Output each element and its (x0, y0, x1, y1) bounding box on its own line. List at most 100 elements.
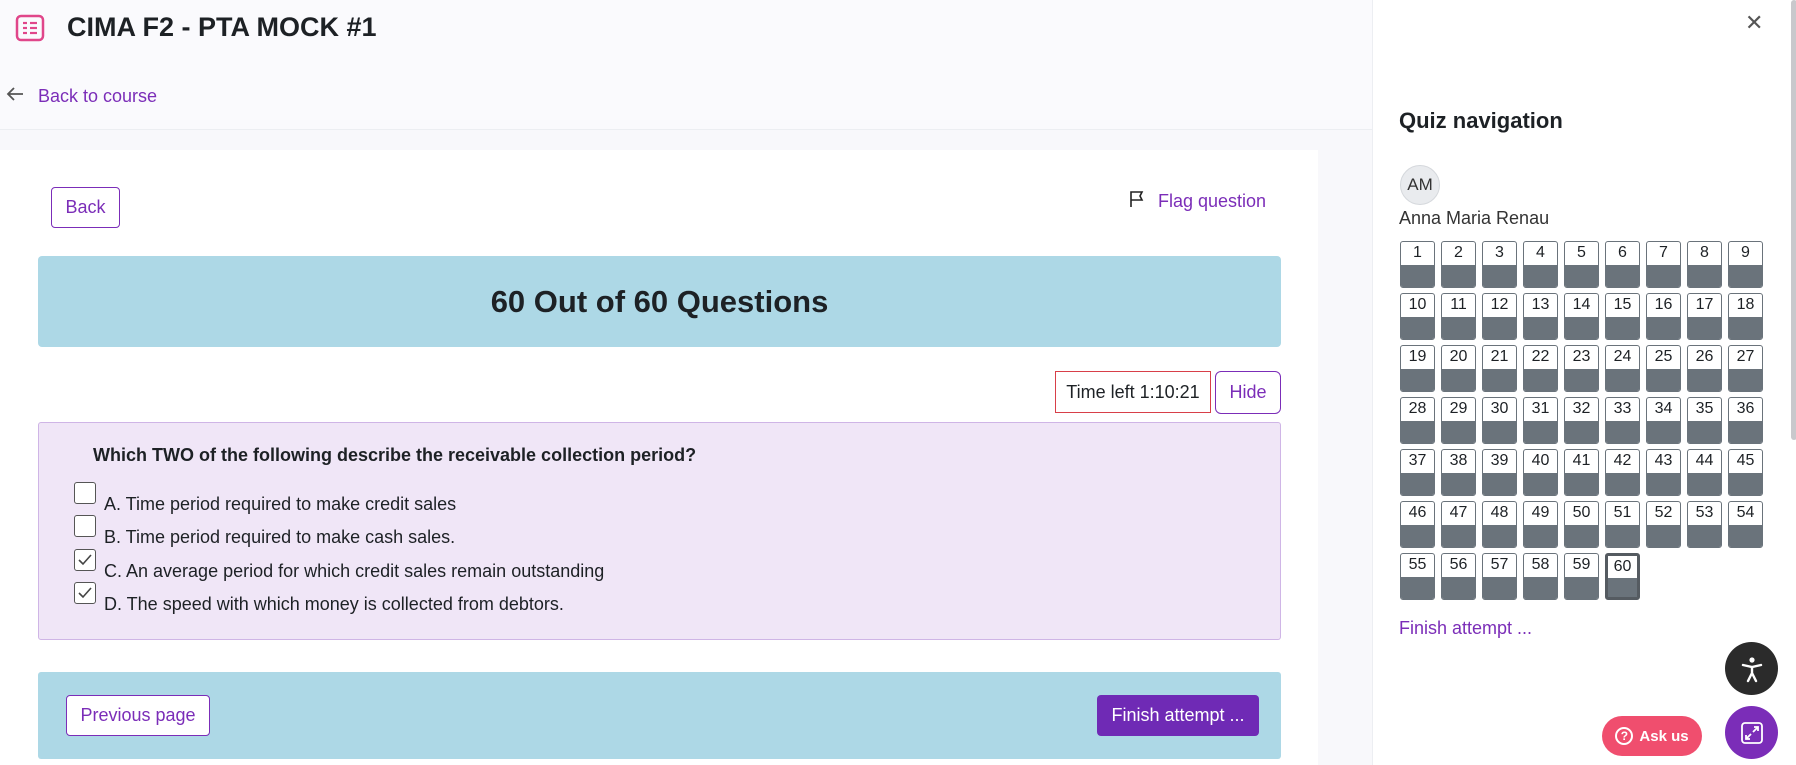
question-nav-button[interactable]: 49 (1523, 501, 1558, 548)
back-button[interactable]: Back (51, 187, 120, 228)
question-nav-button[interactable]: 15 (1605, 293, 1640, 340)
question-nav-button[interactable]: 11 (1441, 293, 1476, 340)
question-nav-button[interactable]: 52 (1646, 501, 1681, 548)
question-nav-button[interactable]: 5 (1564, 241, 1599, 288)
answered-indicator (1606, 317, 1639, 339)
previous-page-button[interactable]: Previous page (66, 695, 210, 736)
question-nav-button[interactable]: 45 (1728, 449, 1763, 496)
question-nav-button[interactable]: 29 (1441, 397, 1476, 444)
answer-option-a[interactable]: A. Time period required to make credit s… (74, 482, 457, 515)
question-nav-button[interactable]: 30 (1482, 397, 1517, 444)
question-number: 7 (1659, 244, 1668, 261)
question-nav-button[interactable]: 7 (1646, 241, 1681, 288)
question-number: 52 (1654, 504, 1673, 521)
question-nav-button[interactable]: 36 (1728, 397, 1763, 444)
question-nav-button[interactable]: 31 (1523, 397, 1558, 444)
question-nav-button[interactable]: 41 (1564, 449, 1599, 496)
question-nav-button[interactable]: 56 (1441, 553, 1476, 600)
question-nav-button[interactable]: 37 (1400, 449, 1435, 496)
back-to-course-link[interactable]: Back to course (6, 86, 157, 107)
expand-button[interactable] (1725, 706, 1778, 759)
drawer-scrollbar[interactable] (1791, 0, 1796, 440)
option-label: A. Time period required to make credit s… (104, 494, 457, 514)
answered-indicator (1524, 317, 1557, 339)
close-icon[interactable]: ✕ (1745, 12, 1763, 34)
question-nav-button[interactable]: 12 (1482, 293, 1517, 340)
question-nav-button[interactable]: 53 (1687, 501, 1722, 548)
question-number: 22 (1531, 348, 1550, 365)
question-nav-button[interactable]: 10 (1400, 293, 1435, 340)
question-number: 36 (1736, 400, 1755, 417)
question-number: 21 (1490, 348, 1509, 365)
question-nav-button[interactable]: 42 (1605, 449, 1640, 496)
question-nav-button[interactable]: 26 (1687, 345, 1722, 392)
question-nav-button[interactable]: 13 (1523, 293, 1558, 340)
checkbox-a[interactable] (74, 482, 96, 504)
question-nav-button[interactable]: 23 (1564, 345, 1599, 392)
answer-option-c[interactable]: C. An average period for which credit sa… (74, 549, 604, 582)
question-nav-button[interactable]: 57 (1482, 553, 1517, 600)
question-nav-button[interactable]: 48 (1482, 501, 1517, 548)
question-nav-button[interactable]: 3 (1482, 241, 1517, 288)
question-nav-button[interactable]: 47 (1441, 501, 1476, 548)
question-nav-button[interactable]: 38 (1441, 449, 1476, 496)
question-nav-button[interactable]: 22 (1523, 345, 1558, 392)
question-nav-button[interactable]: 8 (1687, 241, 1722, 288)
checkbox-c[interactable] (74, 549, 96, 571)
question-nav-button[interactable]: 32 (1564, 397, 1599, 444)
question-nav-button[interactable]: 46 (1400, 501, 1435, 548)
question-nav-button[interactable]: 6 (1605, 241, 1640, 288)
ask-us-button[interactable]: ? Ask us (1602, 716, 1702, 756)
question-nav-button[interactable]: 27 (1728, 345, 1763, 392)
answered-indicator (1608, 578, 1637, 597)
question-nav-button[interactable]: 55 (1400, 553, 1435, 600)
question-nav-button[interactable]: 40 (1523, 449, 1558, 496)
answer-option-d[interactable]: D. The speed with which money is collect… (74, 582, 564, 615)
answered-indicator (1524, 421, 1557, 443)
question-nav-button[interactable]: 9 (1728, 241, 1763, 288)
question-nav-button[interactable]: 44 (1687, 449, 1722, 496)
question-number: 42 (1613, 452, 1632, 469)
checkbox-d[interactable] (74, 582, 96, 604)
question-number: 51 (1613, 504, 1632, 521)
question-number: 13 (1531, 296, 1550, 313)
question-nav-button[interactable]: 4 (1523, 241, 1558, 288)
question-nav-button[interactable]: 19 (1400, 345, 1435, 392)
checkbox-b[interactable] (74, 515, 96, 537)
question-nav-button[interactable]: 51 (1605, 501, 1640, 548)
question-nav-button[interactable]: 24 (1605, 345, 1640, 392)
question-nav-button[interactable]: 54 (1728, 501, 1763, 548)
question-nav-button[interactable]: 43 (1646, 449, 1681, 496)
answered-indicator (1565, 577, 1598, 599)
question-nav-button[interactable]: 33 (1605, 397, 1640, 444)
accessibility-button[interactable] (1725, 642, 1778, 695)
question-nav-button[interactable]: 28 (1400, 397, 1435, 444)
question-nav-button[interactable]: 14 (1564, 293, 1599, 340)
flag-question-button[interactable]: Flag question (1128, 190, 1266, 213)
question-nav-button[interactable]: 50 (1564, 501, 1599, 548)
question-nav-button[interactable]: 18 (1728, 293, 1763, 340)
question-number: 35 (1695, 400, 1714, 417)
question-nav-button[interactable]: 17 (1687, 293, 1722, 340)
question-nav-button[interactable]: 16 (1646, 293, 1681, 340)
hide-timer-button[interactable]: Hide (1215, 371, 1281, 414)
finish-attempt-link[interactable]: Finish attempt ... (1399, 618, 1532, 639)
question-nav-button[interactable]: 60 (1605, 553, 1640, 600)
finish-attempt-button[interactable]: Finish attempt ... (1097, 695, 1259, 736)
question-nav-button[interactable]: 39 (1482, 449, 1517, 496)
question-nav-button[interactable]: 34 (1646, 397, 1681, 444)
question-number: 55 (1408, 556, 1427, 573)
answered-indicator (1647, 525, 1680, 547)
question-count-banner: 60 Out of 60 Questions (38, 256, 1281, 347)
question-nav-button[interactable]: 21 (1482, 345, 1517, 392)
question-nav-button[interactable]: 35 (1687, 397, 1722, 444)
question-nav-button[interactable]: 58 (1523, 553, 1558, 600)
option-label: B. Time period required to make cash sal… (104, 527, 456, 547)
question-nav-button[interactable]: 1 (1400, 241, 1435, 288)
question-nav-button[interactable]: 25 (1646, 345, 1681, 392)
question-nav-button[interactable]: 59 (1564, 553, 1599, 600)
answer-option-b[interactable]: B. Time period required to make cash sal… (74, 515, 456, 548)
question-nav-button[interactable]: 2 (1441, 241, 1476, 288)
question-number: 28 (1408, 400, 1427, 417)
question-nav-button[interactable]: 20 (1441, 345, 1476, 392)
